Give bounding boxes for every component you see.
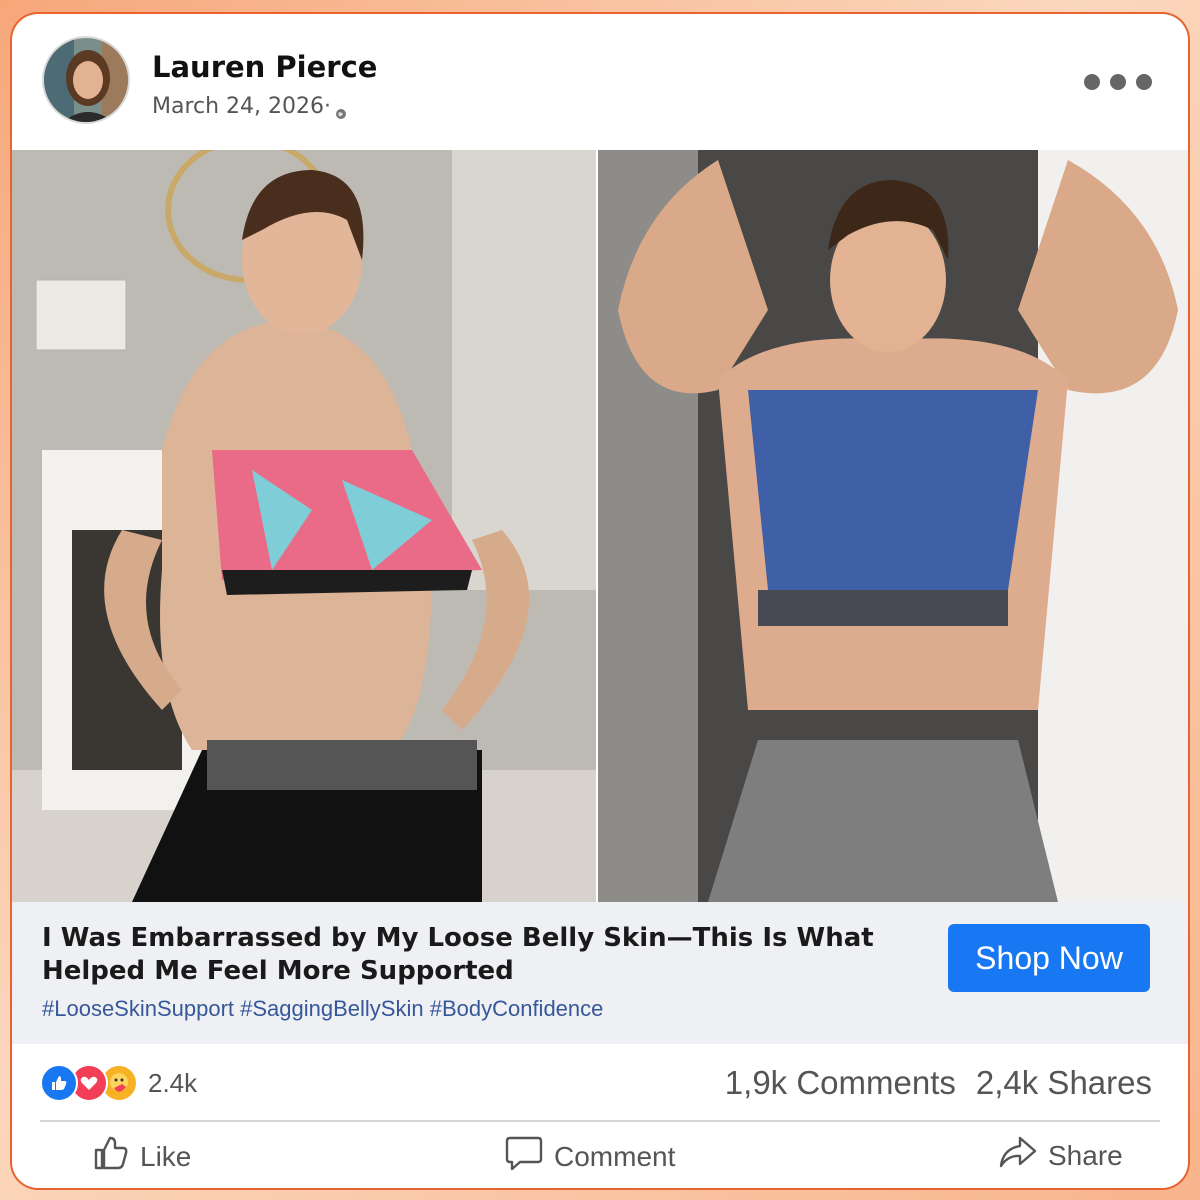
ad-headline[interactable]: I Was Embarrassed by My Loose Belly Skin…	[42, 922, 922, 988]
post-actions: Like Comment Share	[12, 1122, 1188, 1188]
shop-now-button[interactable]: Shop Now	[948, 924, 1150, 992]
share-label: Share	[1048, 1139, 1123, 1171]
comment-label: Comment	[554, 1140, 676, 1172]
more-horizontal-icon	[1084, 74, 1100, 90]
thumbs-up-icon	[92, 1134, 130, 1179]
globe-icon	[335, 101, 347, 119]
after-photo[interactable]	[598, 150, 1188, 902]
post-media[interactable]	[12, 150, 1188, 902]
like-label: Like	[140, 1140, 192, 1172]
comment-bubble-icon	[504, 1134, 544, 1179]
before-photo[interactable]	[12, 150, 596, 902]
engagement-stats: 2.4k 1,9k Comments 2,4k Shares	[12, 1044, 1188, 1122]
post-date: March 24, 2026·	[152, 94, 347, 119]
post-header: Lauren Pierce March 24, 2026·	[12, 14, 1188, 150]
avatar[interactable]	[42, 36, 130, 124]
ad-caption: I Was Embarrassed by My Loose Belly Skin…	[12, 902, 1188, 1044]
like-button[interactable]: Like	[92, 1134, 191, 1179]
share-arrow-icon	[998, 1134, 1038, 1177]
reaction-count: 2.4k	[148, 1067, 198, 1098]
share-count[interactable]: 2,4k Shares	[976, 1064, 1152, 1102]
share-button[interactable]: Share	[998, 1134, 1123, 1177]
engagement-counts: 1,9k Comments 2,4k Shares	[725, 1064, 1152, 1102]
comment-button[interactable]: Comment	[504, 1134, 675, 1179]
post-date-text: March 24, 2026·	[152, 94, 332, 119]
more-options-button[interactable]	[1084, 74, 1152, 90]
post-card: Lauren Pierce March 24, 2026· I Was Emba…	[12, 14, 1188, 1188]
like-reaction-icon	[40, 1064, 78, 1102]
reaction-summary[interactable]: 2.4k	[40, 1064, 197, 1102]
hashtags[interactable]: #LooseSkinSupport #SaggingBellySkin #Bod…	[42, 996, 603, 1022]
author-name[interactable]: Lauren Pierce	[152, 50, 377, 84]
comment-count[interactable]: 1,9k Comments	[725, 1064, 956, 1102]
